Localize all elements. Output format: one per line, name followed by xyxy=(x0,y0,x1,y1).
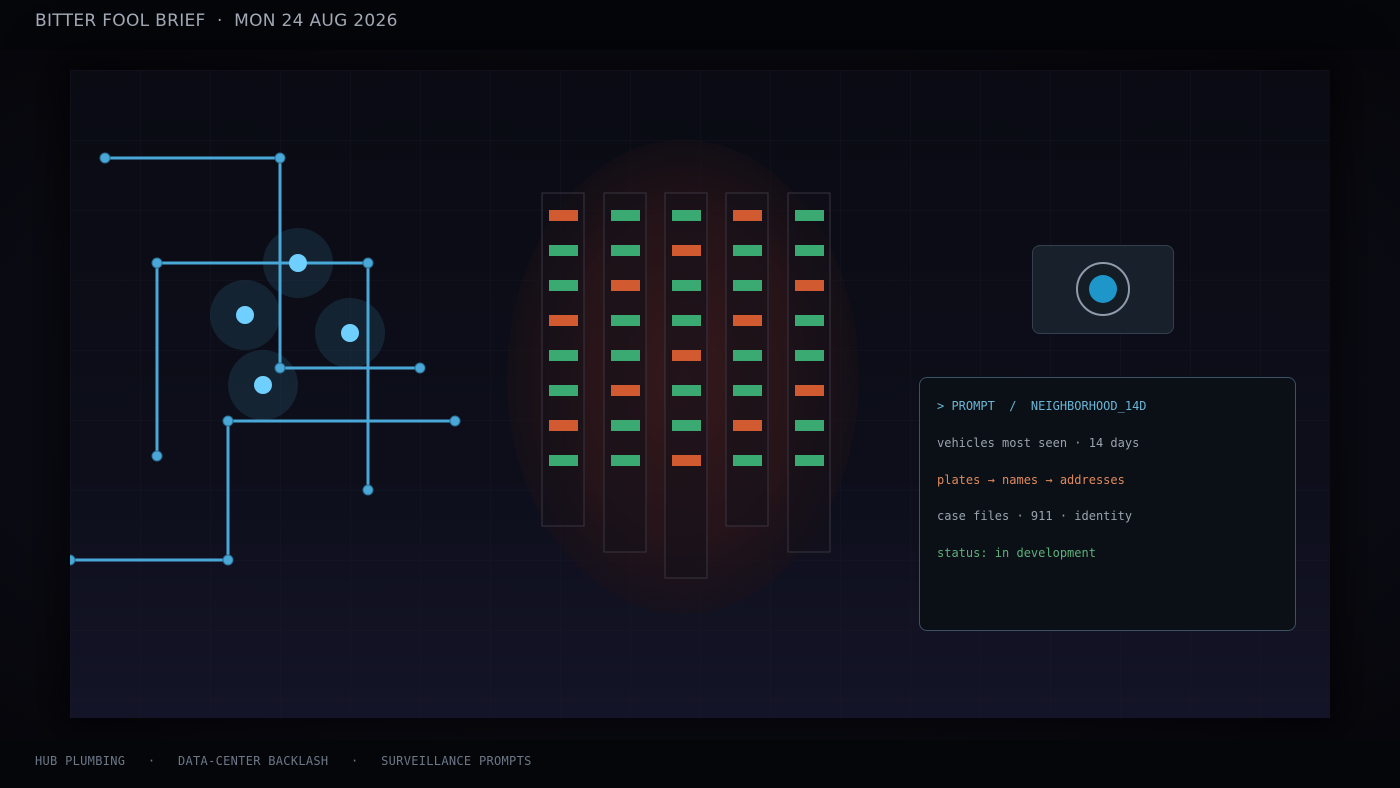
license-plate xyxy=(733,350,762,361)
license-plate xyxy=(549,245,578,256)
license-plate xyxy=(672,315,701,326)
license-plate xyxy=(549,210,578,221)
junction-node xyxy=(151,257,163,269)
license-plate xyxy=(611,210,640,221)
junction-node xyxy=(362,257,374,269)
license-plate xyxy=(611,455,640,466)
license-plate xyxy=(795,280,824,291)
license-plate xyxy=(733,210,762,221)
license-plate xyxy=(795,350,824,361)
license-plate xyxy=(795,420,824,431)
license-plate xyxy=(549,315,578,326)
glow-node xyxy=(341,324,359,342)
license-plate xyxy=(795,455,824,466)
license-plate xyxy=(672,350,701,361)
glow-node xyxy=(236,306,254,324)
license-plate xyxy=(733,455,762,466)
license-plate xyxy=(672,245,701,256)
license-plate xyxy=(549,455,578,466)
junction-node xyxy=(362,484,374,496)
footer-bar: HUB PLUMBING · DATA-CENTER BACKLASH · SU… xyxy=(0,740,1400,788)
license-plate xyxy=(549,280,578,291)
license-plate xyxy=(672,210,701,221)
junction-node xyxy=(274,152,286,164)
topic-list: HUB PLUMBING · DATA-CENTER BACKLASH · SU… xyxy=(35,754,532,768)
glow-node xyxy=(254,376,272,394)
prompt-panel: > PROMPT / NEIGHBORHOOD_14D vehicles mos… xyxy=(919,377,1296,631)
license-plate xyxy=(795,385,824,396)
license-plate xyxy=(795,315,824,326)
junction-node xyxy=(99,152,111,164)
prompt-status: status: in development xyxy=(937,546,1096,560)
junction-node xyxy=(222,554,234,566)
license-plate xyxy=(672,420,701,431)
license-plate xyxy=(672,385,701,396)
junction-node xyxy=(222,415,234,427)
license-plate xyxy=(672,280,701,291)
prompt-query: vehicles most seen · 14 days xyxy=(937,436,1140,450)
junction-node xyxy=(151,450,163,462)
header-bar: BITTER FOOL BRIEF · MON 24 AUG 2026 xyxy=(0,0,1400,50)
license-plate xyxy=(672,455,701,466)
license-plate xyxy=(549,385,578,396)
junction-node xyxy=(274,362,286,374)
license-plate xyxy=(611,280,640,291)
license-plate xyxy=(611,245,640,256)
license-plate xyxy=(733,315,762,326)
license-plate xyxy=(733,385,762,396)
license-plate xyxy=(795,210,824,221)
prompt-pipeline: plates → names → addresses xyxy=(937,473,1125,487)
license-plate xyxy=(549,420,578,431)
glow-node xyxy=(289,254,307,272)
prompt-header: > PROMPT / NEIGHBORHOOD_14D xyxy=(937,399,1147,413)
junction-node xyxy=(449,415,461,427)
license-plate xyxy=(733,280,762,291)
license-plate xyxy=(795,245,824,256)
license-plate xyxy=(549,350,578,361)
illustration-stage: > PROMPT / NEIGHBORHOOD_14D vehicles mos… xyxy=(70,70,1330,718)
license-plate xyxy=(733,245,762,256)
brief-title: BITTER FOOL BRIEF · MON 24 AUG 2026 xyxy=(35,11,398,31)
camera-card xyxy=(1032,245,1174,334)
license-plate xyxy=(611,350,640,361)
camera-lens-icon xyxy=(1076,262,1130,316)
license-plate xyxy=(611,385,640,396)
license-plate xyxy=(611,420,640,431)
junction-node xyxy=(414,362,426,374)
prompt-sources: case files · 911 · identity xyxy=(937,509,1133,523)
license-plate xyxy=(733,420,762,431)
license-plate xyxy=(611,315,640,326)
